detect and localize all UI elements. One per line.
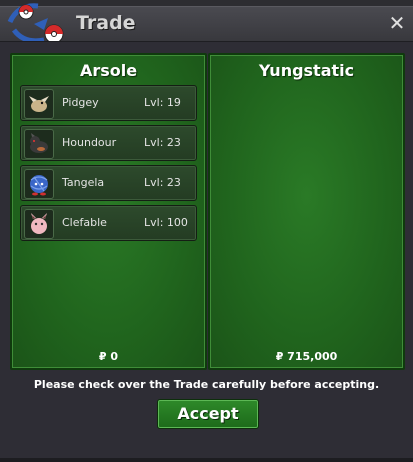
accept-button[interactable]: Accept bbox=[157, 399, 259, 429]
close-icon[interactable]: ✕ bbox=[387, 13, 407, 33]
pokemon-slot[interactable]: Tangela Lvl: 23 bbox=[20, 165, 197, 201]
pokemon-level: Lvl: 100 bbox=[144, 216, 188, 229]
left-trader-name: Arsole bbox=[79, 61, 138, 80]
pokemon-slot[interactable]: Houndour Lvl: 23 bbox=[20, 125, 197, 161]
pokemon-name: Tangela bbox=[62, 176, 105, 189]
pokemon-name: Houndour bbox=[62, 136, 117, 149]
trade-window: Trade ✕ Arsole Pidgey Lvl: 19 Houndour L… bbox=[0, 0, 413, 462]
tangela-icon bbox=[24, 169, 54, 199]
pidgey-icon bbox=[24, 89, 54, 119]
right-trade-panel: Yungstatic ₽ 715,000 bbox=[208, 53, 405, 370]
left-money-offer: ₽ 0 bbox=[98, 350, 119, 363]
pokemon-slot[interactable]: Clefable Lvl: 100 bbox=[20, 205, 197, 241]
houndour-icon bbox=[24, 129, 54, 159]
pokeball-logo-icon bbox=[4, 0, 70, 46]
pokemon-level: Lvl: 19 bbox=[144, 96, 181, 109]
left-trade-panel: Arsole Pidgey Lvl: 19 Houndour Lvl: 23 T… bbox=[10, 53, 207, 370]
right-trader-name: Yungstatic bbox=[258, 61, 355, 80]
pokemon-level: Lvl: 23 bbox=[144, 176, 181, 189]
pokemon-slot[interactable]: Pidgey Lvl: 19 bbox=[20, 85, 197, 121]
clefable-icon bbox=[24, 209, 54, 239]
pokemon-level: Lvl: 23 bbox=[144, 136, 181, 149]
pokemon-name: Clefable bbox=[62, 216, 107, 229]
right-money-offer: ₽ 715,000 bbox=[275, 350, 338, 363]
trade-notice: Please check over the Trade carefully be… bbox=[33, 378, 380, 391]
window-title: Trade bbox=[76, 12, 136, 34]
pokemon-name: Pidgey bbox=[62, 96, 99, 109]
trade-body: Arsole Pidgey Lvl: 19 Houndour Lvl: 23 T… bbox=[0, 41, 413, 462]
left-pokemon-list: Pidgey Lvl: 19 Houndour Lvl: 23 Tangela … bbox=[20, 85, 197, 245]
bottom-edge bbox=[0, 458, 413, 462]
